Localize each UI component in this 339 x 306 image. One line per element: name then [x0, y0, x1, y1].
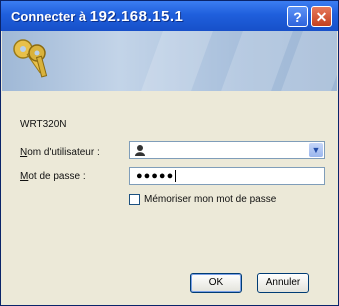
title-prefix: Connecter à: [11, 9, 90, 24]
keys-icon: [13, 39, 48, 78]
password-label-text: ot de passe :: [28, 171, 86, 182]
username-label: Nom d'utilisateur :: [20, 147, 100, 158]
login-dialog: Connecter à 192.168.15.1 ? ✕ WRT320N Nom…: [0, 0, 339, 306]
title-host: 192.168.15.1: [89, 8, 184, 25]
remember-password-label[interactable]: Mémoriser mon mot de passe: [144, 194, 276, 205]
password-field[interactable]: ●●●●●: [129, 167, 325, 185]
title-bar[interactable]: Connecter à 192.168.15.1 ? ✕: [1, 1, 338, 31]
cancel-button[interactable]: Annuler: [257, 273, 309, 293]
password-value: ●●●●●: [136, 170, 175, 182]
close-button[interactable]: ✕: [311, 6, 332, 27]
password-label: Mot de passe :: [20, 171, 86, 182]
username-combobox[interactable]: ▼: [129, 141, 325, 159]
device-name: WRT320N: [20, 119, 67, 130]
dialog-title: Connecter à 192.168.15.1: [11, 8, 183, 25]
chevron-down-icon[interactable]: ▼: [309, 143, 323, 157]
ok-button[interactable]: OK: [190, 273, 242, 293]
dialog-body: WRT320N Nom d'utilisateur : ▼ Mot de pas…: [2, 91, 337, 305]
username-label-text: om d'utilisateur :: [27, 147, 100, 158]
user-icon: [135, 145, 145, 156]
help-button[interactable]: ?: [287, 6, 308, 27]
remember-password-checkbox[interactable]: [129, 194, 140, 205]
